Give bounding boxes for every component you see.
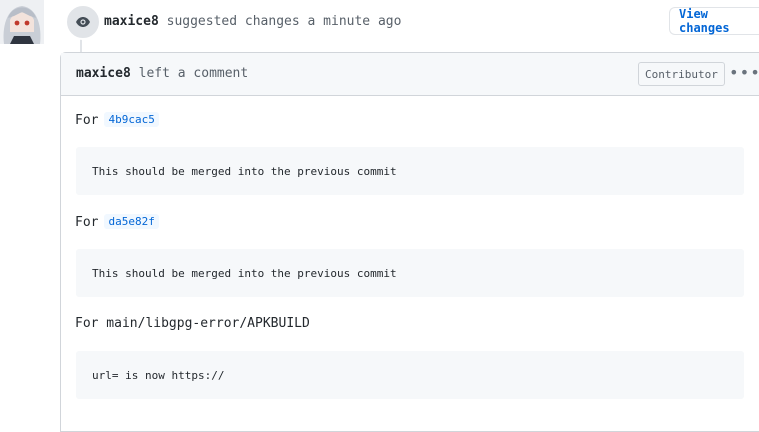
commit-reference-line: For 4b9cac5 (75, 112, 159, 128)
kebab-horizontal-icon[interactable]: ••• (729, 63, 759, 83)
avatar-image (0, 0, 44, 44)
comment-action: left a comment (138, 66, 249, 81)
event-summary: maxice8 suggested changes a minute ago (104, 14, 401, 29)
event-badge (65, 4, 101, 40)
code-block: This should be merged into the previous … (76, 249, 744, 297)
comment-header: maxice8 left a comment Contributor ••• (61, 53, 759, 96)
comment-author-link[interactable]: maxice8 (76, 66, 131, 81)
view-changes-button[interactable]: View changes (669, 7, 759, 35)
code-block: url= is now https:// (76, 351, 744, 399)
commit-sha-link[interactable]: da5e82f (104, 214, 159, 229)
commit-reference-prefix: For (75, 113, 99, 128)
avatar[interactable] (0, 0, 44, 44)
commit-reference-prefix: For (75, 215, 99, 230)
comment-byline: maxice8 left a comment (76, 66, 248, 81)
file-reference-line: For main/libgpg-error/APKBUILD (75, 316, 310, 331)
code-text: This should be merged into the previous … (92, 164, 397, 178)
eye-icon (76, 17, 90, 27)
contributor-badge: Contributor (638, 62, 725, 86)
code-text: This should be merged into the previous … (92, 266, 397, 280)
commit-sha-link[interactable]: 4b9cac5 (104, 112, 159, 127)
code-block: This should be merged into the previous … (76, 147, 744, 195)
event-action: suggested changes (166, 14, 300, 29)
commit-reference-line: For da5e82f (75, 214, 159, 230)
code-text: url= is now https:// (92, 368, 225, 382)
event-time[interactable]: a minute ago (308, 14, 402, 29)
event-author-link[interactable]: maxice8 (104, 14, 159, 29)
